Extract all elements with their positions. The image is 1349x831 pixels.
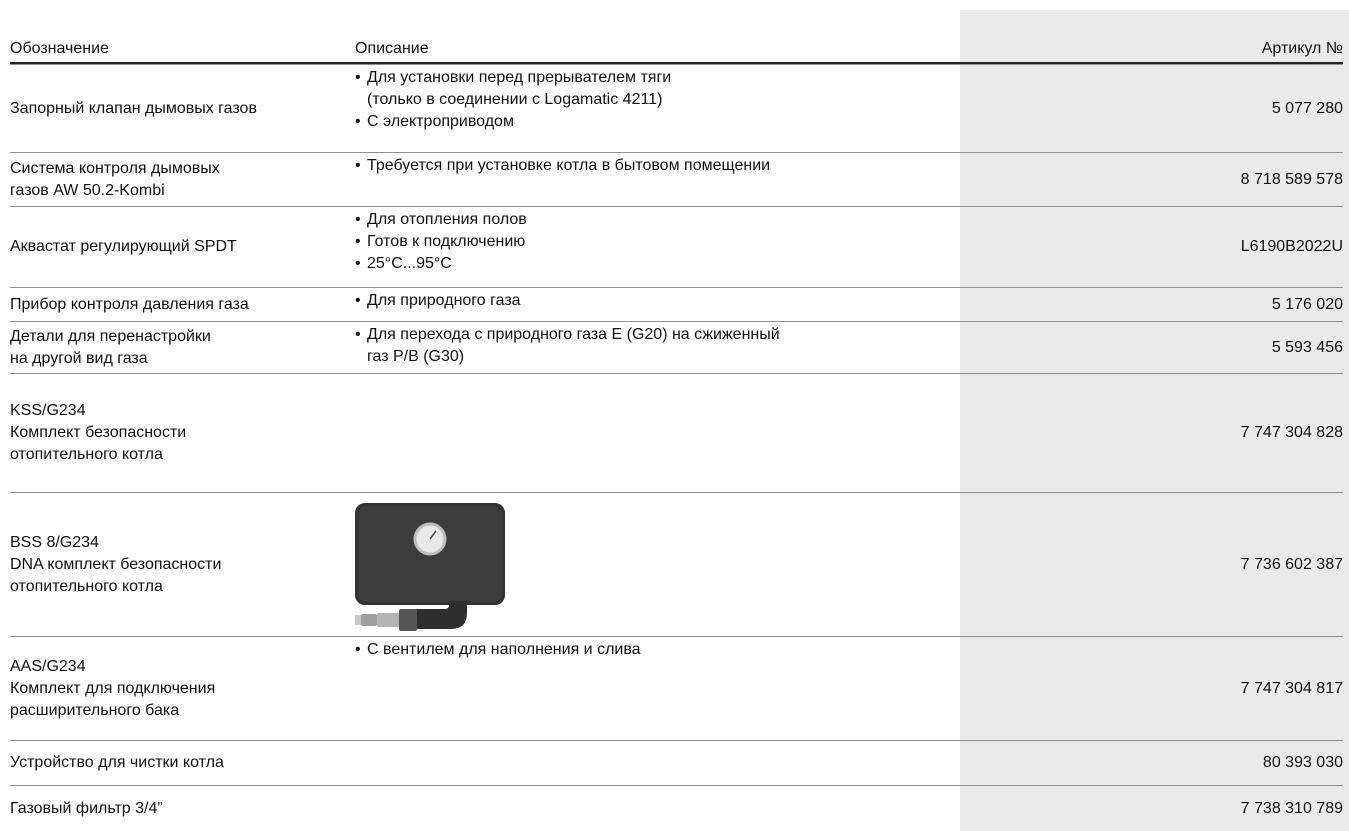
header-designation: Обозначение: [10, 40, 109, 57]
designation-line: отопительного котла: [10, 446, 163, 463]
row-article-number: 7 736 602 387: [1240, 555, 1343, 573]
table-row: Запорный клапан дымовых газов Для установ…: [10, 64, 1343, 152]
designation-line: DNA комплект безопасности: [10, 555, 222, 573]
designation-line: Газовый фильтр 3/4”: [10, 799, 163, 817]
row-description: [355, 741, 955, 785]
row-designation: Аквастат регулирующий SPDT: [10, 207, 350, 287]
row-article-number: 7 747 304 828: [1240, 424, 1343, 441]
table-header: Обозначение Описание Артикул №: [10, 30, 1343, 64]
designation-line: Прибор контроля давления газа: [10, 295, 249, 313]
description-bullet: С электроприводом: [355, 111, 955, 133]
table-row: Система контроля дымовых газов AW 50.2-Ko…: [10, 152, 1343, 206]
table-row: Аквастат регулирующий SPDT Для отопления …: [10, 206, 1343, 287]
designation-line: AAS/G234: [10, 657, 86, 675]
description-bullet: Для отопления полов: [355, 209, 955, 231]
description-bullet: С вентилем для наполнения и слива: [355, 639, 955, 661]
designation-line: Комплект безопасности: [10, 424, 187, 441]
table-row: KSS/G234 Комплект безопасности отопительно…: [10, 373, 1343, 492]
designation-line: на другой вид газа: [10, 349, 148, 367]
table-row: Детали для перенастройки на другой вид га…: [10, 321, 1343, 373]
row-description: [355, 493, 955, 636]
row-description: Для установки перед прерывателем тяги (то…: [355, 65, 955, 152]
description-bullet: Готов к подключению: [355, 231, 955, 253]
row-article-number: 5 077 280: [1271, 99, 1343, 117]
row-article-number: 7 747 304 817: [1240, 679, 1343, 697]
safety-kit-photo: [355, 503, 505, 631]
description-bullet: Для установки перед прерывателем тяги: [355, 67, 955, 89]
description-bullet: Требуется при установке котла в бытовом …: [355, 155, 955, 177]
row-designation: Система контроля дымовых газов AW 50.2-Ko…: [10, 153, 350, 206]
row-designation: BSS 8/G234 DNA комплект безопасности отопи…: [10, 493, 350, 636]
row-description: Требуется при установке котла в бытовом …: [355, 153, 955, 206]
table-row: AAS/G234 Комплект для подключения расширит…: [10, 636, 1343, 740]
row-article-number: 8 718 589 578: [1240, 170, 1343, 188]
row-designation: AAS/G234 Комплект для подключения расширит…: [10, 637, 350, 740]
header-description: Описание: [355, 40, 429, 57]
row-designation: Устройство для чистки котла: [10, 741, 350, 785]
row-article-number: 7 738 310 789: [1240, 799, 1343, 817]
row-description: Для природного газа: [355, 288, 955, 321]
row-article-number: 5 176 020: [1271, 295, 1343, 313]
header-article: Артикул №: [1261, 40, 1343, 57]
designation-line: Аквастат регулирующий SPDT: [10, 238, 237, 255]
designation-line: BSS 8/G234: [10, 533, 99, 551]
row-description: [355, 374, 955, 492]
table-row: Устройство для чистки котла 80 393 030: [10, 740, 1343, 785]
row-article-number: 80 393 030: [1262, 754, 1343, 771]
row-designation: Газовый фильтр 3/4”: [10, 786, 350, 831]
designation-line: отопительного котла: [10, 577, 163, 595]
table-row: Газовый фильтр 3/4” 7 738 310 789: [10, 785, 1343, 831]
row-description: [355, 786, 955, 831]
designation-line: Запорный клапан дымовых газов: [10, 99, 257, 117]
designation-line: расширительного бака: [10, 701, 180, 719]
designation-line: газов AW 50.2-Kombi: [10, 181, 165, 199]
row-description: Для отопления половГотов к подключению25…: [355, 207, 955, 287]
row-designation: Детали для перенастройки на другой вид га…: [10, 322, 350, 373]
row-article-number: 5 593 456: [1271, 338, 1343, 356]
row-designation: Прибор контроля давления газа: [10, 288, 350, 321]
row-description: С вентилем для наполнения и слива: [355, 637, 955, 740]
table-row: BSS 8/G234 DNA комплект безопасности отопи…: [10, 492, 1343, 636]
description-bullet: Для перехода с природного газа E (G20) н…: [355, 324, 955, 346]
description-bullet: Для природного газа: [355, 290, 955, 312]
designation-line: KSS/G234: [10, 402, 86, 419]
row-designation: Запорный клапан дымовых газов: [10, 65, 350, 152]
designation-line: Комплект для подключения: [10, 679, 216, 697]
description-continuation: (только в соединении с Logamatic 4211): [367, 91, 663, 108]
description-bullet: 25°C...95°C: [355, 253, 955, 275]
table-row: Прибор контроля давления газа Для природн…: [10, 287, 1343, 321]
designation-line: Устройство для чистки котла: [10, 754, 224, 771]
row-designation: KSS/G234 Комплект безопасности отопительно…: [10, 374, 350, 492]
description-continuation: газ P/B (G30): [367, 348, 465, 365]
designation-line: Система контроля дымовых: [10, 159, 220, 177]
row-description: Для перехода с природного газа E (G20) н…: [355, 322, 955, 373]
designation-line: Детали для перенастройки: [10, 327, 211, 345]
row-article-number: L6190B2022U: [1240, 238, 1343, 255]
